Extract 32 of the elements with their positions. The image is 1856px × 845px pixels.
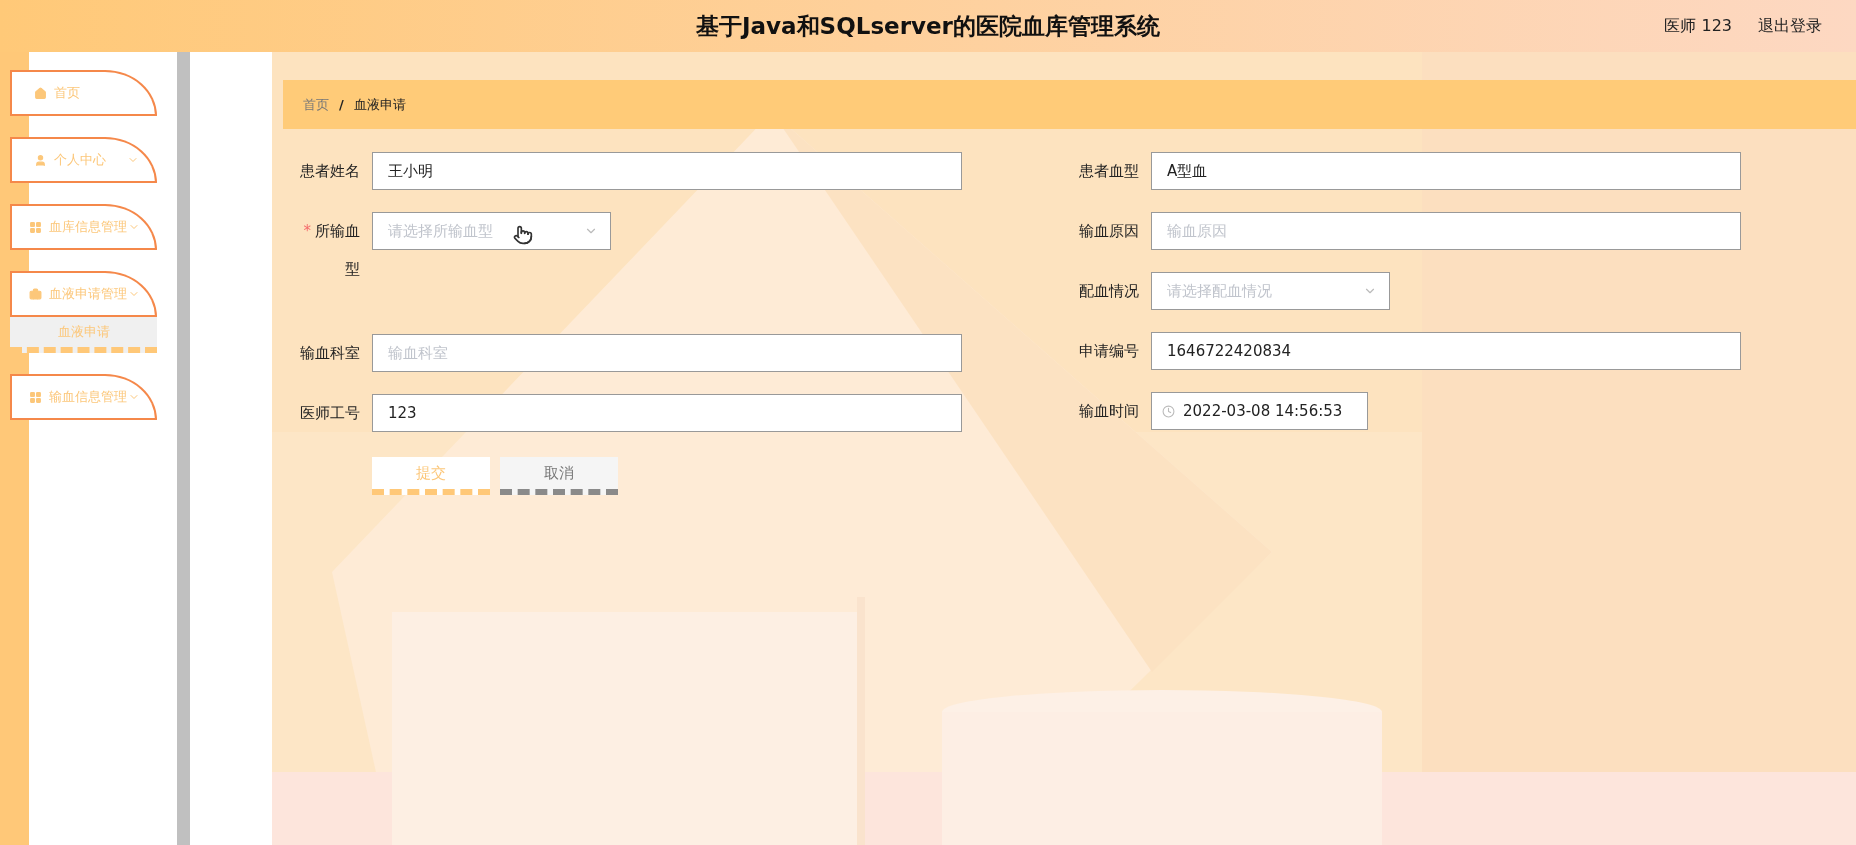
field-label: 患者姓名: [299, 161, 360, 182]
cancel-button[interactable]: 取消: [500, 457, 618, 495]
text-field[interactable]: 1646722420834: [1151, 332, 1741, 370]
menu-icon: [29, 287, 42, 301]
hand-cursor-icon: [513, 225, 533, 245]
text-field[interactable]: 输血科室: [372, 334, 962, 372]
date-field[interactable]: 2022-03-08 14:56:53: [1151, 392, 1368, 430]
field-label: 输血原因: [1078, 221, 1139, 242]
breadcrumb-link[interactable]: 首页: [303, 95, 329, 114]
text-field[interactable]: 输血原因: [1151, 212, 1741, 250]
text-field[interactable]: 123: [372, 394, 962, 432]
menu-icon: [34, 153, 47, 167]
field-label: 输血时间: [1078, 401, 1139, 422]
menu-icon: [29, 390, 42, 404]
app-title: 基于Java和SQLserver的医院血库管理系统: [696, 11, 1160, 41]
text-field[interactable]: 王小明: [372, 152, 962, 190]
menu-icon: [34, 86, 47, 100]
field-label: 申请编号: [1078, 341, 1139, 362]
user-name: 医师 123: [1664, 15, 1732, 37]
breadcrumb-separator: /: [339, 97, 344, 112]
field-label: 配血情况: [1078, 281, 1139, 302]
field-label: * 所输血型: [302, 221, 360, 280]
field-label: 医师工号: [299, 403, 360, 424]
menu-icon: [29, 220, 42, 234]
text-field[interactable]: A型血: [1151, 152, 1741, 190]
field-label: 患者血型: [1078, 161, 1139, 182]
breadcrumb-link[interactable]: 血液申请: [353, 95, 406, 114]
clock-icon: [1162, 404, 1175, 418]
select-field[interactable]: 请选择配血情况: [1151, 272, 1390, 310]
field-label: 输血科室: [299, 343, 360, 364]
logout-link[interactable]: 退出登录: [1758, 15, 1822, 37]
select-field[interactable]: 请选择所输血型: [372, 212, 611, 250]
